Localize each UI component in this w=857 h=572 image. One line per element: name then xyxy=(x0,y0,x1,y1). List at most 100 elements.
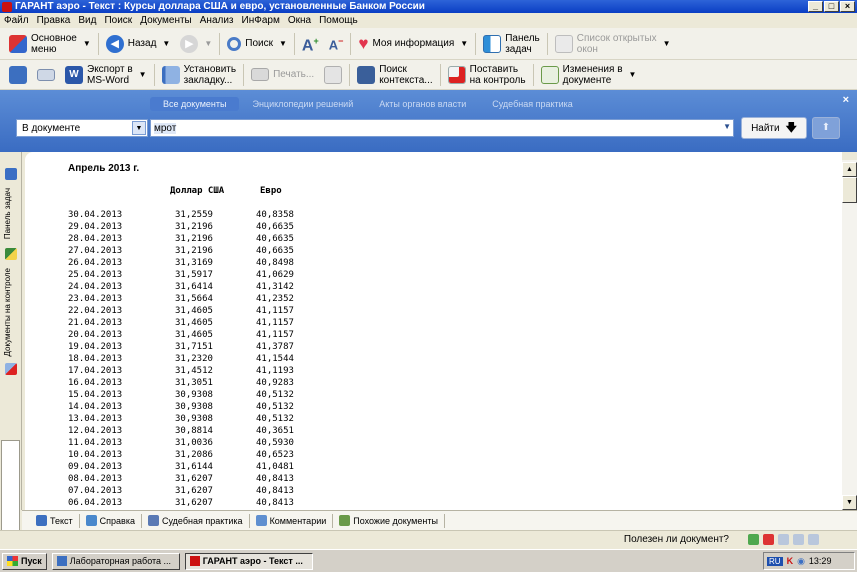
list-icon[interactable] xyxy=(793,534,804,545)
menu-analysis[interactable]: Анализ xyxy=(200,15,234,26)
menu-view[interactable]: Вид xyxy=(78,15,96,26)
chevron-down-icon: ▼ xyxy=(460,39,469,48)
tab-court-practice[interactable]: Судебная практика xyxy=(479,97,586,111)
tab-comments[interactable]: Комментарии xyxy=(250,513,334,528)
taskbar: Пуск Лабораторная работа ... ГАРАНТ аэро… xyxy=(0,549,857,572)
search-button[interactable]: Поиск ▼ xyxy=(222,28,292,59)
eur-rate-cell: 40,5132 xyxy=(256,402,294,412)
document-changes-button[interactable]: Изменения в документе ▼ xyxy=(536,60,642,89)
court-icon xyxy=(147,515,159,526)
save-button[interactable] xyxy=(4,60,32,89)
side-tab-task-panel[interactable]: Панель задач xyxy=(3,188,12,239)
garant-icon xyxy=(189,556,200,566)
close-button[interactable]: × xyxy=(840,1,855,12)
tab-all-documents[interactable]: Все документы xyxy=(150,97,240,111)
put-on-control-button[interactable]: Поставить на контроль xyxy=(443,60,531,89)
eur-rate-cell: 40,8413 xyxy=(256,498,294,508)
date-cell: 08.04.2013 xyxy=(68,474,123,484)
chevron-down-icon: ▼ xyxy=(204,39,213,48)
task-label: Лабораторная работа ... xyxy=(69,556,172,566)
chevron-down-icon[interactable]: ▼ xyxy=(132,121,146,135)
scope-value: В документе xyxy=(22,122,81,134)
arrow-down-icon: 🡇 xyxy=(785,121,797,134)
chevron-down-icon: ▼ xyxy=(278,39,287,48)
email-button[interactable] xyxy=(32,60,60,89)
date-cell: 10.04.2013 xyxy=(68,450,123,460)
thumbs-down-icon[interactable] xyxy=(763,534,774,545)
date-cell: 21.04.2013 xyxy=(68,318,123,328)
usd-rate-cell: 31,2196 xyxy=(175,234,213,244)
tab-reference[interactable]: Справка xyxy=(80,513,142,528)
maximize-button[interactable]: □ xyxy=(824,1,839,12)
close-search-icon[interactable]: × xyxy=(843,94,849,106)
find-button[interactable]: Найти 🡇 xyxy=(741,117,807,139)
network-icon[interactable]: ◉ xyxy=(797,556,805,567)
menu-edit[interactable]: Правка xyxy=(37,15,71,26)
date-cell: 07.04.2013 xyxy=(68,486,123,496)
minimize-button[interactable]: _ xyxy=(808,1,823,12)
usd-rate-cell: 31,6207 xyxy=(175,498,213,508)
tab-court-practice[interactable]: Судебная практика xyxy=(142,513,250,528)
font-increase-icon: A+ xyxy=(301,35,319,55)
usd-rate-cell: 31,6414 xyxy=(175,282,213,292)
date-cell: 26.04.2013 xyxy=(68,258,123,268)
print-preview-button[interactable] xyxy=(319,60,347,89)
taskbar-item-garant[interactable]: ГАРАНТ аэро - Текст ... xyxy=(184,552,313,570)
increase-font-button[interactable]: A+ xyxy=(297,28,324,59)
scroll-thumb[interactable] xyxy=(842,177,857,203)
search-scope-select[interactable]: В документе ▼ xyxy=(16,119,148,137)
scroll-down-icon[interactable]: ▼ xyxy=(842,495,857,510)
expand-panel-icon[interactable] xyxy=(5,168,17,180)
search-input[interactable]: мрот ▼ xyxy=(150,119,734,137)
heart-icon: ♥ xyxy=(358,34,369,53)
taskbar-item-lab-work[interactable]: Лабораторная работа ... xyxy=(51,552,180,570)
usd-rate-cell: 31,3169 xyxy=(175,258,213,268)
menu-windows[interactable]: Окна xyxy=(288,15,311,26)
vertical-scrollbar[interactable]: ▲ ▼ xyxy=(842,160,857,510)
open-windows-button[interactable]: Список открытых окон ▼ xyxy=(550,28,676,59)
decrease-font-button[interactable]: A− xyxy=(324,28,349,59)
eur-rate-cell: 41,3142 xyxy=(256,282,294,292)
forward-button[interactable]: ▶ ▼ xyxy=(175,28,217,59)
tab-text[interactable]: Текст xyxy=(30,513,80,528)
language-indicator[interactable]: RU xyxy=(767,556,783,566)
menu-search[interactable]: Поиск xyxy=(104,15,132,26)
start-button[interactable]: Пуск xyxy=(2,552,47,570)
antivirus-icon[interactable]: K xyxy=(787,556,794,566)
notes-icon[interactable] xyxy=(778,534,789,545)
scroll-up-icon[interactable]: ▲ xyxy=(842,162,857,177)
back-arrow-icon: ◀ xyxy=(105,34,124,53)
usd-rate-cell: 31,6144 xyxy=(175,462,213,472)
date-cell: 14.04.2013 xyxy=(68,402,123,412)
eur-rate-cell: 41,1544 xyxy=(256,354,294,364)
main-menu-button[interactable]: Основное меню ▼ xyxy=(4,28,96,59)
task-panel-icon xyxy=(483,34,502,53)
menu-help[interactable]: Помощь xyxy=(319,15,358,26)
menu-infarm[interactable]: ИнФарм xyxy=(242,15,280,26)
my-info-button[interactable]: ♥ Моя информация ▼ xyxy=(353,28,473,59)
eur-rate-cell: 40,5930 xyxy=(256,438,294,448)
context-search-button[interactable]: Поиск контекста... xyxy=(352,60,437,89)
menu-documents[interactable]: Документы xyxy=(140,15,192,26)
main-toolbar: Основное меню ▼ ◀ Назад ▼ ▶ ▼ Поиск ▼ A+… xyxy=(0,28,857,60)
menu-file[interactable]: Файл xyxy=(4,15,29,26)
status-bar: Полезен ли документ? xyxy=(0,530,857,549)
tab-comments-label: Комментарии xyxy=(269,515,327,526)
find-previous-button[interactable]: ⬆ xyxy=(812,117,840,139)
thumbs-up-icon[interactable] xyxy=(748,534,759,545)
export-word-button[interactable]: W Экспорт в MS-Word ▼ xyxy=(60,60,152,89)
bookmark-button[interactable]: Установить закладку... xyxy=(157,60,242,89)
chevron-down-icon[interactable]: ▼ xyxy=(723,122,731,131)
copy-icon[interactable] xyxy=(808,534,819,545)
toolbar-divider xyxy=(350,32,352,55)
my-info-label: Моя информация xyxy=(372,38,455,49)
tab-authority-acts[interactable]: Акты органов власти xyxy=(366,97,479,111)
windows-logo-icon xyxy=(7,556,18,566)
tab-similar-documents[interactable]: Похожие документы xyxy=(333,513,445,528)
task-panel-button[interactable]: Панель задач xyxy=(478,28,545,59)
side-tab-docs-on-control[interactable]: Документы на контроле xyxy=(3,268,12,357)
tab-encyclopedia[interactable]: Энциклопедии решений xyxy=(239,97,366,111)
print-button[interactable]: Печать... xyxy=(246,60,319,89)
export-label: Экспорт в MS-Word xyxy=(87,63,133,86)
back-button[interactable]: ◀ Назад ▼ xyxy=(101,28,176,59)
